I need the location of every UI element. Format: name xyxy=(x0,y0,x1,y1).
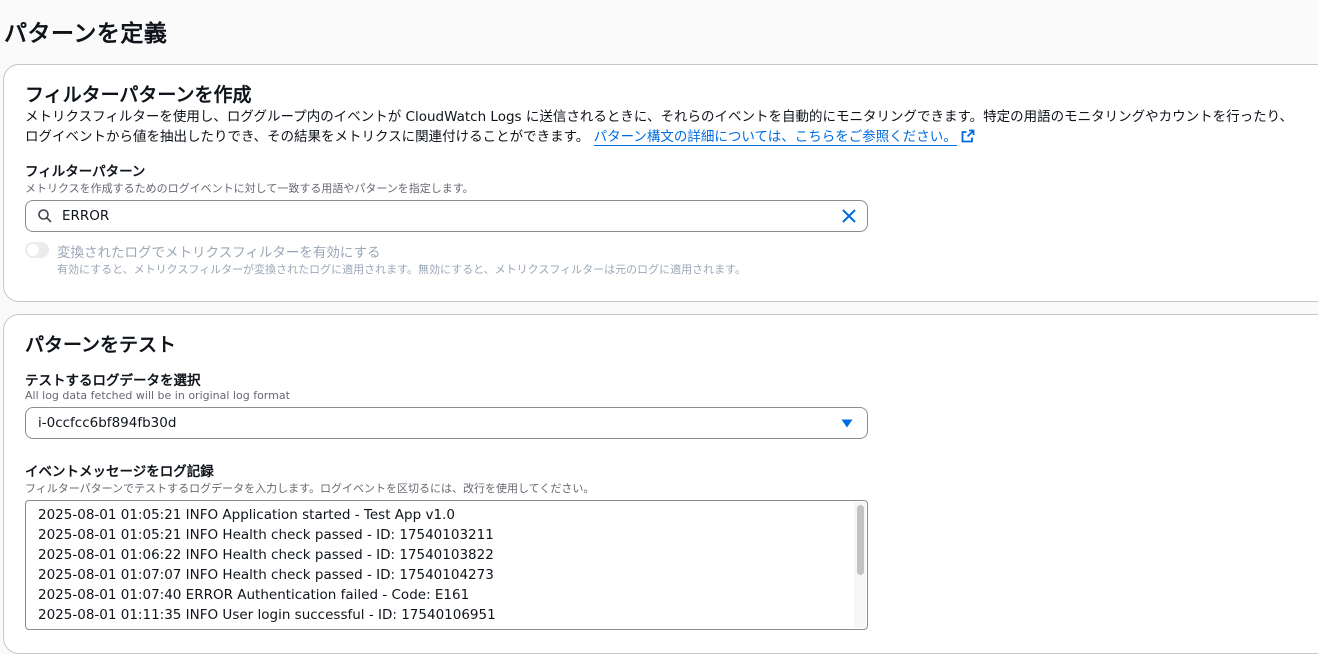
filter-pattern-card: フィルターパターンを作成 メトリクスフィルターを使用し、ロググループ内のイベント… xyxy=(3,64,1318,302)
filter-card-description: メトリクスフィルターを使用し、ロググループ内のイベントが CloudWatch … xyxy=(25,107,1300,147)
log-line: 2025-08-01 01:07:40 ERROR Authentication… xyxy=(38,587,470,603)
filter-card-title: フィルターパターンを作成 xyxy=(25,84,252,106)
search-icon xyxy=(38,209,52,223)
event-messages-textarea[interactable]: 2025-08-01 01:05:21 INFO Application sta… xyxy=(25,500,868,630)
log-line: 2025-08-01 01:05:21 INFO Application sta… xyxy=(38,507,455,523)
textarea-scrollbar[interactable] xyxy=(854,502,866,628)
filter-pattern-label: フィルターパターン xyxy=(25,164,146,180)
filter-pattern-input[interactable]: ERROR xyxy=(25,200,868,232)
event-messages-sublabel: フィルターパターンでテストするログデータを入力します。ログイベントを区切るには、… xyxy=(25,482,595,495)
toggle-description: 有効にすると、メトリクスフィルターが変換されたログに適用されます。無効にすると、… xyxy=(57,263,747,276)
close-icon[interactable] xyxy=(841,208,857,224)
test-card-title: パターンをテスト xyxy=(25,334,177,356)
filter-pattern-value: ERROR xyxy=(62,208,110,224)
filter-pattern-sublabel: メトリクスを作成するためのログイベントに対して一致する用語やパターンを指定します… xyxy=(25,182,474,195)
toggle-label: 変換されたログでメトリクスフィルターを有効にする xyxy=(57,245,381,261)
log-line: 2025-08-01 01:06:22 INFO Health check pa… xyxy=(38,547,494,563)
pattern-syntax-link-text: パターン構文の詳細については、こちらをご参照ください。 xyxy=(593,129,957,145)
test-pattern-card: パターンをテスト テストするログデータを選択 All log data fetc… xyxy=(3,314,1318,654)
external-link-icon[interactable] xyxy=(961,129,975,143)
log-line: 2025-08-01 01:05:21 INFO Health check pa… xyxy=(38,527,494,543)
transformed-logs-toggle[interactable] xyxy=(25,242,49,258)
log-data-select-label: テストするログデータを選択 xyxy=(25,373,201,389)
caret-down-icon xyxy=(841,419,853,428)
log-data-select[interactable]: i-0ccfcc6bf894fb30d xyxy=(25,407,868,439)
page-title: パターンを定義 xyxy=(4,21,168,47)
toggle-knob xyxy=(27,244,39,256)
log-data-select-sublabel: All log data fetched will be in original… xyxy=(25,389,290,402)
log-line: 2025-08-01 01:07:07 INFO Health check pa… xyxy=(38,567,494,583)
log-lines: 2025-08-01 01:05:21 INFO Application sta… xyxy=(38,505,496,625)
scrollbar-thumb[interactable] xyxy=(857,505,864,575)
log-data-select-value: i-0ccfcc6bf894fb30d xyxy=(38,415,177,431)
pattern-syntax-link[interactable]: パターン構文の詳細については、こちらをご参照ください。 xyxy=(593,129,957,146)
log-line: 2025-08-01 01:11:35 INFO User login succ… xyxy=(38,607,496,623)
event-messages-label: イベントメッセージをログ記録 xyxy=(25,464,214,480)
